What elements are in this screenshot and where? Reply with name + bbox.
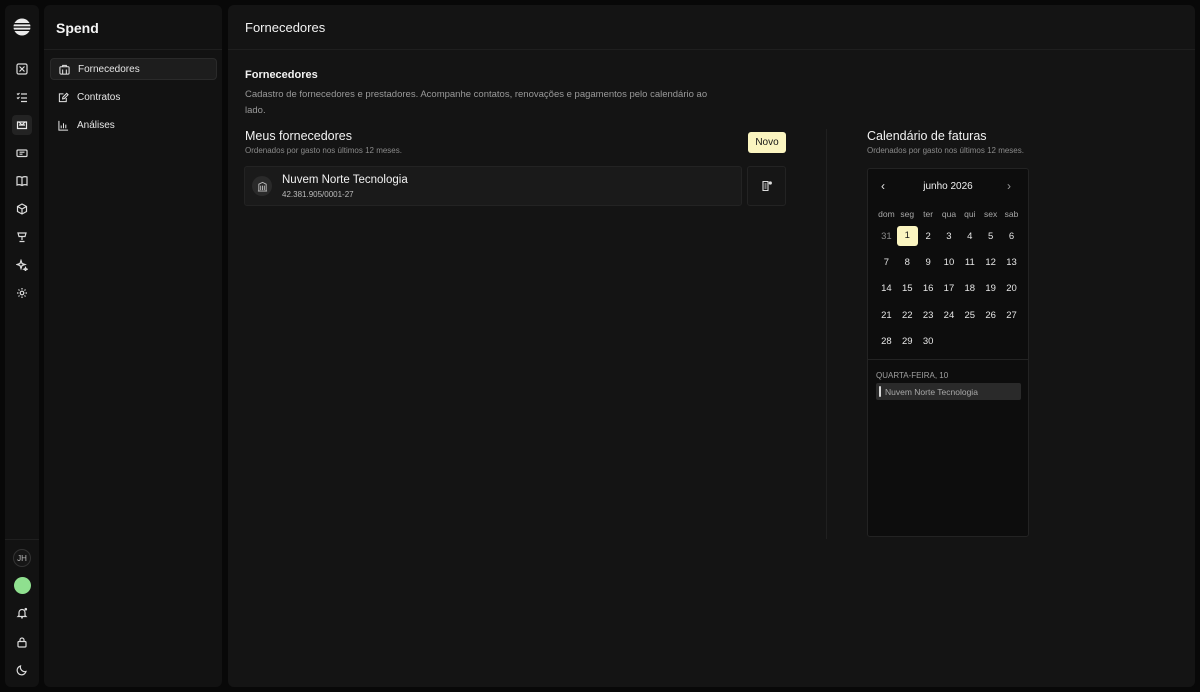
building-icon <box>252 176 272 196</box>
calendar-day[interactable]: 10 <box>939 257 960 268</box>
edit-document-icon <box>58 92 69 102</box>
vendor-name: Nuvem Norte Tecnologia <box>282 174 408 186</box>
vendors-subtitle: Ordenados por gasto nos últimos 12 meses… <box>245 146 402 155</box>
weekday-label: sex <box>984 209 998 219</box>
calendar-day[interactable]: 18 <box>959 283 980 294</box>
calendar-day[interactable]: 11 <box>959 257 980 268</box>
calendar-day[interactable]: 13 <box>1001 257 1022 268</box>
sidebar-item-contratos[interactable]: Contratos <box>50 86 217 108</box>
calendar-week: 7 8 9 10 11 12 13 <box>876 249 1022 275</box>
sidebar-item-fornecedores[interactable]: Fornecedores <box>50 58 217 80</box>
lock-icon[interactable] <box>12 632 32 652</box>
header-divider <box>228 49 1195 50</box>
ticket-icon[interactable] <box>12 143 32 163</box>
calendar-day[interactable]: 4 <box>959 231 980 242</box>
main-panel: Fornecedores Fornecedores Cadastro de fo… <box>228 5 1195 687</box>
calendar-divider <box>868 359 1028 360</box>
calendar-day[interactable]: 23 <box>918 310 939 321</box>
secondary-sidebar: Spend Fornecedores Contratos Análises <box>44 5 222 687</box>
calendar-day[interactable]: 16 <box>918 283 939 294</box>
brand-title: Spend <box>56 20 99 36</box>
vendor-document: 42.381.905/0001-27 <box>282 190 354 199</box>
calendar-day[interactable]: 2 <box>918 231 939 242</box>
calendar-day[interactable]: 12 <box>980 257 1001 268</box>
calendar-week: 31 1 2 3 4 5 6 <box>876 223 1022 249</box>
sidebar-item-analises[interactable]: Análises <box>50 114 217 136</box>
calendar-grid: dom seg ter qua qui sex sab 31 1 2 3 4 5… <box>876 205 1022 354</box>
vendor-row[interactable]: Nuvem Norte Tecnologia 42.381.905/0001-2… <box>244 166 742 206</box>
dashboard-icon[interactable] <box>12 59 32 79</box>
weekday-label: seg <box>900 209 915 219</box>
weekday-header: dom seg ter qua qui sex sab <box>876 205 1022 223</box>
calendar-week: 14 15 16 17 18 19 20 <box>876 276 1022 302</box>
calendar-day[interactable]: 14 <box>876 283 897 294</box>
building-icon <box>59 64 70 75</box>
calendar-week: 28 29 30 <box>876 328 1022 354</box>
calendar-title: Calendário de faturas <box>867 129 987 143</box>
calendar-day[interactable]: 28 <box>876 336 897 347</box>
calendar-day[interactable]: 9 <box>918 257 939 268</box>
moon-icon[interactable] <box>12 660 32 680</box>
vendors-icon[interactable] <box>12 115 32 135</box>
section-description: Cadastro de fornecedores e prestadores. … <box>245 89 708 116</box>
section-title: Fornecedores <box>245 69 318 81</box>
next-month-button[interactable]: › <box>1007 179 1011 193</box>
sidebar-divider <box>44 49 222 50</box>
calendar-day[interactable]: 30 <box>918 336 939 347</box>
calendar-day[interactable]: 25 <box>959 310 980 321</box>
sidebar-item-label: Fornecedores <box>78 63 140 75</box>
calendar-day[interactable]: 20 <box>1001 283 1022 294</box>
column-divider <box>826 129 827 539</box>
calendar-day[interactable]: 17 <box>939 283 960 294</box>
calendar-event[interactable]: Nuvem Norte Tecnologia <box>876 383 1021 400</box>
calendar-day[interactable]: 24 <box>939 310 960 321</box>
calendar-day[interactable]: 15 <box>897 283 918 294</box>
weekday-label: dom <box>878 209 895 219</box>
calendar-day[interactable]: 27 <box>1001 310 1022 321</box>
weekday-label: qui <box>964 209 976 219</box>
selected-day-label: QUARTA-FEIRA, 10 <box>876 371 949 380</box>
rail-divider <box>5 539 39 540</box>
trophy-icon[interactable] <box>12 227 32 247</box>
tasks-icon[interactable] <box>12 87 32 107</box>
logo-icon[interactable] <box>13 18 31 36</box>
settings-icon[interactable] <box>12 283 32 303</box>
calendar-day[interactable]: 8 <box>897 257 918 268</box>
invoice-calendar: ‹ junho 2026 › dom seg ter qua qui sex s… <box>867 168 1029 537</box>
sidebar-item-label: Contratos <box>77 91 121 103</box>
sparkle-icon[interactable] <box>12 255 32 275</box>
calendar-day[interactable]: 3 <box>939 231 960 242</box>
document-badge-icon <box>761 180 772 192</box>
calendar-day[interactable]: 21 <box>876 310 897 321</box>
calendar-day-today[interactable]: 1 <box>896 226 918 247</box>
weekday-label: qua <box>941 209 957 219</box>
vendors-title: Meus fornecedores <box>245 129 353 143</box>
calendar-day[interactable]: 6 <box>1001 231 1022 242</box>
weekday-label: sab <box>1004 209 1019 219</box>
new-vendor-button[interactable]: Novo <box>748 132 786 153</box>
weekday-label: ter <box>923 209 934 219</box>
calendar-day[interactable]: 31 <box>876 231 897 242</box>
user-avatar[interactable]: JH <box>13 549 31 567</box>
bar-chart-icon <box>58 120 69 131</box>
calendar-day[interactable]: 26 <box>980 310 1001 321</box>
calendar-day[interactable]: 19 <box>980 283 1001 294</box>
page-title: Fornecedores <box>245 20 326 35</box>
calendar-day[interactable]: 5 <box>980 231 1001 242</box>
calendar-week: 21 22 23 24 25 26 27 <box>876 302 1022 328</box>
icon-rail: JH <box>5 5 39 687</box>
calendar-month: junho 2026 <box>923 181 973 192</box>
box-icon[interactable] <box>12 199 32 219</box>
book-icon[interactable] <box>12 171 32 191</box>
calendar-subtitle: Ordenados por gasto nos últimos 12 meses… <box>867 146 1024 155</box>
bell-icon[interactable] <box>12 603 32 623</box>
sidebar-item-label: Análises <box>77 119 115 131</box>
calendar-day[interactable]: 29 <box>897 336 918 347</box>
calendar-day[interactable]: 7 <box>876 257 897 268</box>
calendar-day[interactable]: 22 <box>897 310 918 321</box>
status-indicator[interactable] <box>14 577 31 594</box>
vendor-details-button[interactable] <box>747 166 786 206</box>
